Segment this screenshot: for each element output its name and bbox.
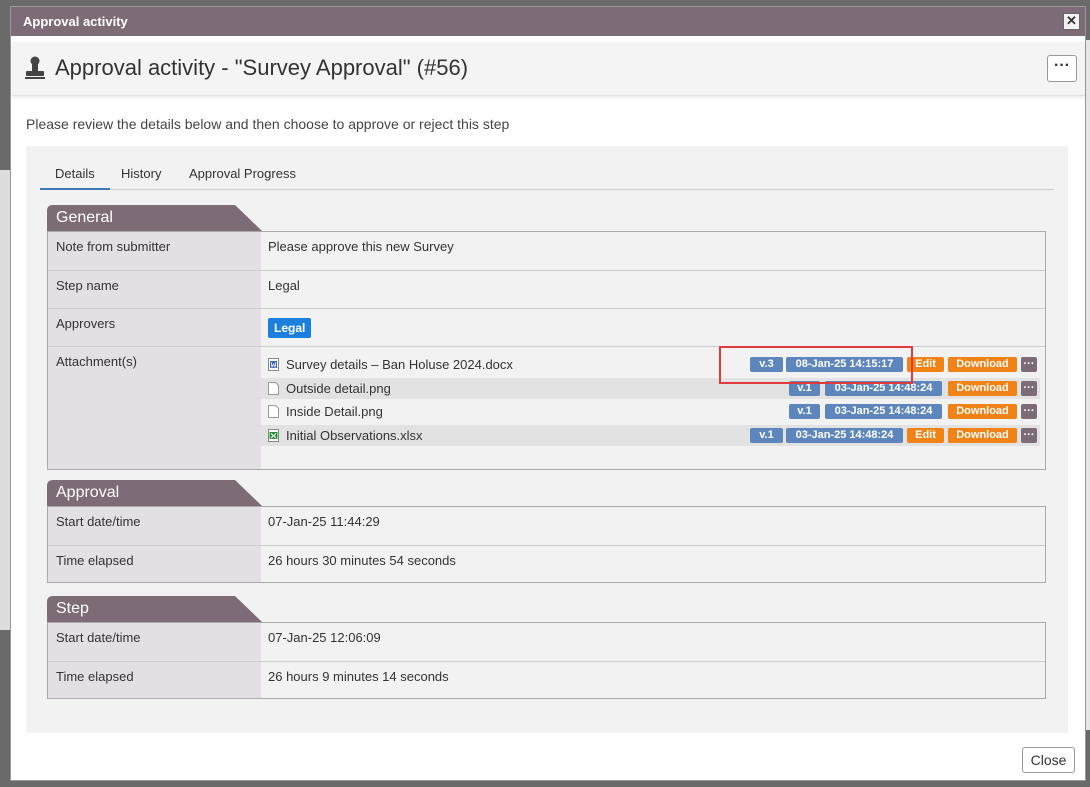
version-badge: v.1 <box>789 404 820 419</box>
table-row: Attachment(s) Survey details – Ban Holus… <box>48 346 1045 469</box>
attachment-more-button[interactable]: ··· <box>1021 404 1037 419</box>
close-button[interactable]: Close <box>1022 747 1075 773</box>
dialog-titlebar: Approval activity ✕ <box>11 7 1085 36</box>
attachment-more-button[interactable]: ··· <box>1021 428 1037 443</box>
step-name-label: Step name <box>48 271 261 308</box>
approval-elapsed-label: Time elapsed <box>48 546 261 582</box>
word-file-icon <box>268 358 279 371</box>
download-button[interactable]: Download <box>948 404 1017 419</box>
section-title-step: Step <box>56 600 89 617</box>
dialog-title: Approval activity <box>23 14 128 29</box>
tab-history[interactable]: History <box>121 166 161 181</box>
attachment-name[interactable]: Initial Observations.xlsx <box>286 428 423 443</box>
section-header-step: Step <box>47 596 262 622</box>
section-title-general: General <box>56 209 113 226</box>
tab-approval-progress[interactable]: Approval Progress <box>189 166 296 181</box>
background-page-edge-left <box>0 170 10 630</box>
step-elapsed-value: 26 hours 9 minutes 14 seconds <box>261 662 1045 698</box>
page-title: Approval activity - "Survey Approval" (#… <box>55 55 469 80</box>
image-file-icon <box>268 382 279 395</box>
table-row: Step name Legal <box>48 270 1045 308</box>
download-button[interactable]: Download <box>948 381 1017 396</box>
step-start-value: 07-Jan-25 12:06:09 <box>261 623 1045 661</box>
edit-button[interactable]: Edit <box>907 428 944 443</box>
download-button[interactable]: Download <box>948 357 1017 372</box>
tab-bar: Details History Approval Progress <box>40 160 1054 190</box>
attachment-name[interactable]: Inside Detail.png <box>286 404 383 419</box>
step-table: Start date/time 07-Jan-25 12:06:09 Time … <box>47 622 1046 699</box>
approval-start-label: Start date/time <box>48 507 261 545</box>
approvers-label: Approvers <box>48 309 261 346</box>
approval-start-value: 07-Jan-25 11:44:29 <box>261 507 1045 545</box>
date-badge: 03-Jan-25 14:48:24 <box>825 404 942 419</box>
attachment-more-button[interactable]: ··· <box>1021 357 1037 372</box>
table-row: Note from submitter Please approve this … <box>48 232 1045 270</box>
details-panel: Details History Approval Progress Genera… <box>26 146 1068 733</box>
section-title-approval: Approval <box>56 484 120 501</box>
attachment-row: Inside Detail.png v.1 03-Jan-25 14:48:24… <box>261 401 1040 422</box>
approver-badge[interactable]: Legal <box>268 318 312 338</box>
note-label: Note from submitter <box>48 232 261 270</box>
attachment-name[interactable]: Survey details – Ban Holuse 2024.docx <box>286 357 513 372</box>
attachment-row: Outside detail.png v.1 03-Jan-25 14:48:2… <box>261 378 1040 399</box>
approval-table: Start date/time 07-Jan-25 11:44:29 Time … <box>47 506 1046 583</box>
more-options-button[interactable]: ··· <box>1047 55 1077 82</box>
highlight-box <box>719 346 913 384</box>
attachments-list: Survey details – Ban Holuse 2024.docx v.… <box>261 346 1045 469</box>
table-row: Time elapsed 26 hours 9 minutes 14 secon… <box>48 661 1045 698</box>
step-name-value: Legal <box>261 271 1045 308</box>
approval-activity-dialog: Approval activity ✕ Approval activity - … <box>10 6 1086 781</box>
tab-details[interactable]: Details <box>40 166 110 190</box>
general-table: Note from submitter Please approve this … <box>47 231 1046 470</box>
dialog-close-icon[interactable]: ✕ <box>1063 13 1080 30</box>
approvers-value: Legal <box>261 309 1045 346</box>
date-badge: 03-Jan-25 14:48:24 <box>786 428 903 443</box>
approval-elapsed-value: 26 hours 30 minutes 54 seconds <box>261 546 1045 582</box>
attachment-name[interactable]: Outside detail.png <box>286 381 391 396</box>
attachment-row: Initial Observations.xlsx v.1 03-Jan-25 … <box>261 425 1040 446</box>
table-row: Approvers Legal <box>48 308 1045 346</box>
note-value: Please approve this new Survey <box>261 232 1045 270</box>
image-file-icon <box>268 405 279 418</box>
table-row: Start date/time 07-Jan-25 11:44:29 <box>48 507 1045 545</box>
dialog-header: Approval activity - "Survey Approval" (#… <box>12 42 1085 96</box>
stamp-icon <box>25 56 45 79</box>
section-header-approval: Approval <box>47 480 262 506</box>
step-start-label: Start date/time <box>48 623 261 661</box>
table-row: Time elapsed 26 hours 30 minutes 54 seco… <box>48 545 1045 582</box>
download-button[interactable]: Download <box>948 428 1017 443</box>
instructions-text: Please review the details below and then… <box>26 116 510 132</box>
section-header-general: General <box>47 205 262 231</box>
version-badge: v.1 <box>750 428 783 443</box>
excel-file-icon <box>268 429 279 442</box>
attachments-label: Attachment(s) <box>48 347 261 469</box>
attachment-row: Survey details – Ban Holuse 2024.docx v.… <box>261 354 1040 375</box>
step-elapsed-label: Time elapsed <box>48 662 261 698</box>
table-row: Start date/time 07-Jan-25 12:06:09 <box>48 623 1045 661</box>
attachment-more-button[interactable]: ··· <box>1021 381 1037 396</box>
